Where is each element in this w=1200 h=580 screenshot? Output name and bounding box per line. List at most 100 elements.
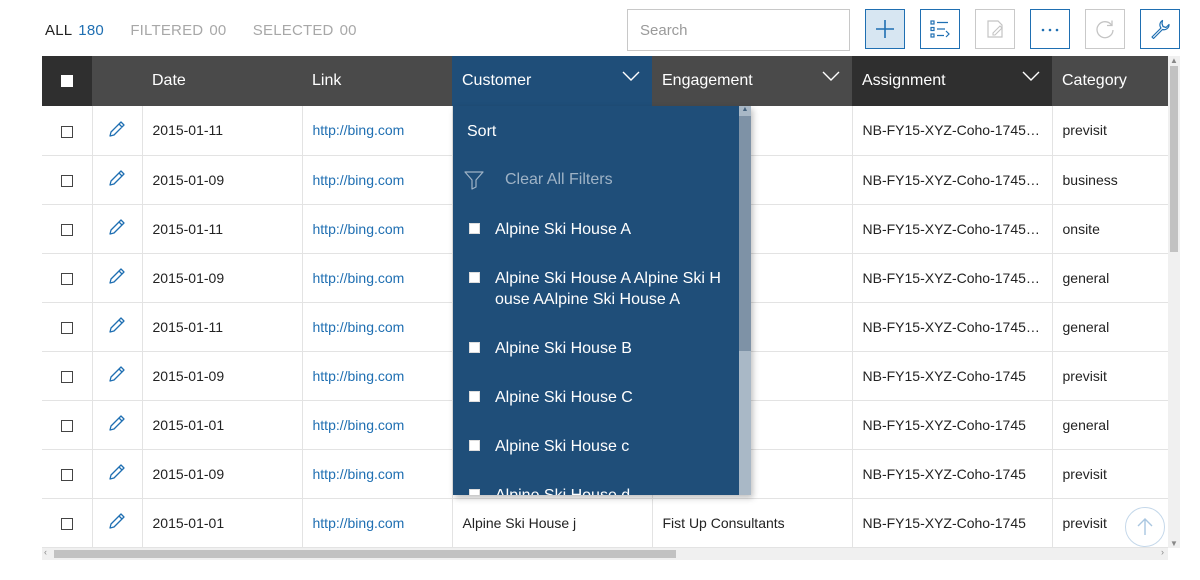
scroll-down-arrow-icon[interactable]: ▼ <box>1168 539 1180 548</box>
scroll-right-arrow-icon[interactable]: › <box>1161 547 1164 557</box>
row-checkbox[interactable] <box>60 223 73 236</box>
table-row[interactable]: 2015-01-01 http://bing.com Alpine Ski Hous… <box>42 498 1168 548</box>
scroll-to-top-button[interactable] <box>1125 507 1165 547</box>
row-edit-button[interactable] <box>92 106 143 156</box>
search-input[interactable] <box>627 9 850 51</box>
select-all-header[interactable] <box>42 56 92 106</box>
row-checkbox[interactable] <box>60 272 73 285</box>
filter-menu-scrollbar[interactable]: ▲ <box>739 106 751 495</box>
row-checkbox[interactable] <box>60 517 73 530</box>
scroll-up-arrow-icon[interactable]: ▲ <box>1168 56 1180 65</box>
cell-link[interactable]: http://bing.com <box>313 417 405 433</box>
cell-link[interactable]: http://bing.com <box>313 172 405 188</box>
cell-link[interactable]: http://bing.com <box>313 368 405 384</box>
row-checkbox-cell[interactable] <box>42 351 93 401</box>
cell-link[interactable]: http://bing.com <box>313 466 405 482</box>
cell-link[interactable]: http://bing.com <box>313 122 405 138</box>
column-header-link[interactable]: Link <box>302 56 452 106</box>
column-header-date[interactable]: Date <box>142 56 302 106</box>
row-edit-button[interactable] <box>92 155 143 205</box>
filter-option[interactable]: Alpine Ski House d <box>453 470 739 495</box>
row-edit-button[interactable] <box>92 351 143 401</box>
clear-filters-label: Clear All Filters <box>505 170 613 188</box>
row-checkbox[interactable] <box>60 125 73 138</box>
row-checkbox-cell[interactable] <box>42 155 93 205</box>
row-checkbox[interactable] <box>60 321 73 334</box>
list-settings-button[interactable] <box>920 9 960 49</box>
row-checkbox[interactable] <box>60 370 73 383</box>
filter-option[interactable]: Alpine Ski House A <box>453 204 739 253</box>
row-edit-button[interactable] <box>92 253 143 303</box>
cell-assignment: NB-FY15-XYZ-Coho-1745… <box>852 155 1053 205</box>
add-button[interactable] <box>865 9 905 49</box>
row-checkbox-cell[interactable] <box>42 302 93 352</box>
filter-option-label: Alpine Ski House B <box>495 340 632 357</box>
column-header-category[interactable]: Category <box>1052 56 1168 106</box>
cell-link-cell: http://bing.com <box>302 106 453 156</box>
filter-menu-scroll-thumb[interactable] <box>739 116 751 351</box>
row-checkbox[interactable] <box>60 174 73 187</box>
edit-document-button[interactable] <box>975 9 1015 49</box>
count-all[interactable]: ALL 180 <box>45 22 104 39</box>
cell-link[interactable]: http://bing.com <box>313 319 405 335</box>
pencil-icon <box>109 121 125 137</box>
row-edit-button[interactable] <box>92 400 143 450</box>
chevron-down-icon[interactable] <box>622 70 640 82</box>
filter-option[interactable]: Alpine Ski House B <box>453 323 739 372</box>
row-checkbox[interactable] <box>60 468 73 481</box>
count-selected[interactable]: SELECTED 00 <box>253 22 357 39</box>
pencil-icon <box>109 464 125 480</box>
row-edit-button[interactable] <box>92 449 143 499</box>
cell-assignment: NB-FY15-XYZ-Coho-1745 <box>852 400 1053 450</box>
row-checkbox-cell[interactable] <box>42 498 93 548</box>
filter-option-checkbox[interactable] <box>469 391 480 402</box>
filter-option-checkbox[interactable] <box>469 223 480 234</box>
row-edit-button[interactable] <box>92 302 143 352</box>
filter-option-checkbox[interactable] <box>469 489 480 495</box>
sort-menu-item[interactable]: Sort <box>453 106 739 155</box>
customer-filter-menu: Sort Clear All Filters Alpine Ski House … <box>453 106 751 495</box>
scroll-left-arrow-icon[interactable]: ‹ <box>44 547 47 557</box>
vertical-scrollbar[interactable]: ▲ ▼ <box>1168 56 1180 548</box>
count-selected-value: 00 <box>339 22 357 39</box>
select-all-checkbox[interactable] <box>61 74 73 87</box>
cell-link[interactable]: http://bing.com <box>313 221 405 237</box>
pencil-icon <box>109 366 125 382</box>
filter-option[interactable]: Alpine Ski House A Alpine Ski House AAlp… <box>453 253 739 323</box>
row-edit-button[interactable] <box>92 204 143 254</box>
count-filtered[interactable]: FILTERED 00 <box>130 22 226 39</box>
refresh-button[interactable] <box>1085 9 1125 49</box>
row-checkbox-cell[interactable] <box>42 253 93 303</box>
cell-link-cell: http://bing.com <box>302 204 453 254</box>
pencil-icon <box>109 219 125 235</box>
chevron-down-icon[interactable] <box>822 70 840 82</box>
cell-date: 2015-01-09 <box>142 155 303 205</box>
filter-option-checkbox[interactable] <box>469 440 480 451</box>
row-checkbox[interactable] <box>60 419 73 432</box>
horizontal-scrollbar[interactable]: ‹ › <box>42 547 1168 560</box>
row-checkbox-cell[interactable] <box>42 106 93 156</box>
filter-option[interactable]: Alpine Ski House C <box>453 372 739 421</box>
cell-link-cell: http://bing.com <box>302 253 453 303</box>
horizontal-scroll-thumb[interactable] <box>54 550 676 558</box>
wrench-button[interactable] <box>1140 9 1180 49</box>
filter-scroll-up-icon[interactable]: ▲ <box>739 106 751 113</box>
column-header-customer[interactable]: Customer <box>452 56 652 106</box>
filter-option-checkbox[interactable] <box>469 272 480 283</box>
row-edit-button[interactable] <box>92 498 143 548</box>
clear-filters-menu-item[interactable]: Clear All Filters <box>453 155 739 204</box>
vertical-scroll-thumb[interactable] <box>1170 66 1178 252</box>
cell-link[interactable]: http://bing.com <box>313 270 405 286</box>
more-button[interactable] <box>1030 9 1070 49</box>
column-header-engagement[interactable]: Engagement <box>652 56 852 106</box>
more-icon <box>1041 28 1059 32</box>
row-checkbox-cell[interactable] <box>42 449 93 499</box>
column-header-assignment[interactable]: Assignment <box>852 56 1052 106</box>
filter-option[interactable]: Alpine Ski House c <box>453 421 739 470</box>
filter-option-checkbox[interactable] <box>469 342 480 353</box>
chevron-down-icon[interactable] <box>1022 70 1040 82</box>
filter-options-list: Alpine Ski House A Alpine Ski House A Alp… <box>453 204 739 495</box>
row-checkbox-cell[interactable] <box>42 204 93 254</box>
row-checkbox-cell[interactable] <box>42 400 93 450</box>
cell-link[interactable]: http://bing.com <box>313 515 405 531</box>
